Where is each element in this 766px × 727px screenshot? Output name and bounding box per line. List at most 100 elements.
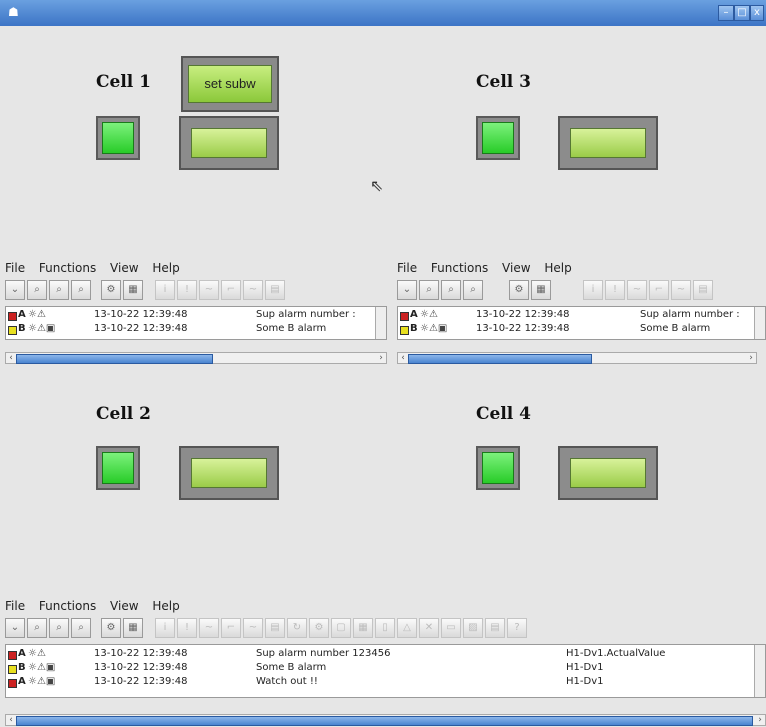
info-icon[interactable]: i	[155, 618, 175, 638]
scroll-right-icon[interactable]: ›	[746, 353, 756, 363]
priority-indicator	[8, 312, 17, 321]
alarm-time: 13-10-22 12:39:48	[94, 323, 188, 334]
chevron-down-icon[interactable]: ⌄	[5, 280, 25, 300]
navigator-icon[interactable]: ▦	[123, 280, 143, 300]
cell-1-bar[interactable]	[179, 116, 279, 170]
plot-icon[interactable]: ~	[671, 280, 691, 300]
gear-icon[interactable]: ⚙	[101, 618, 121, 638]
list-icon[interactable]: ▤	[693, 280, 713, 300]
scroll-left-icon[interactable]: ‹	[6, 715, 16, 725]
alarm-time: 13-10-22 12:39:48	[476, 323, 570, 334]
gear-icon[interactable]: ⚙	[101, 280, 121, 300]
zoom-icon[interactable]: ⌕	[27, 618, 47, 638]
priority-indicator	[8, 665, 17, 674]
cell-2-caption: Cell 2	[96, 404, 152, 424]
photo-icon[interactable]: ▨	[463, 618, 483, 638]
horizontal-scrollbar[interactable]: ‹ ›	[5, 714, 766, 726]
list-item[interactable]: A ☼⚠ 13-10-22 12:39:48 Sup alarm number …	[6, 647, 757, 661]
list-item[interactable]: A ☼⚠▣ 13-10-22 12:39:48 Watch out !! H1-…	[6, 675, 757, 689]
scroll-left-icon[interactable]: ‹	[6, 353, 16, 363]
zoom-reset-icon[interactable]: ⌕	[71, 618, 91, 638]
scroll-left-icon[interactable]: ‹	[398, 353, 408, 363]
list-item[interactable]: A ☼⚠ 13-10-22 12:39:48 Sup alarm number …	[6, 308, 378, 322]
cell-2-bar[interactable]	[179, 446, 279, 500]
list-item[interactable]: B ☼⚠▣ 13-10-22 12:39:48 Some B alarm	[6, 322, 378, 336]
ack-icon[interactable]: !	[605, 280, 625, 300]
ack-icon[interactable]: !	[177, 618, 197, 638]
info-icon[interactable]: i	[155, 280, 175, 300]
horizontal-scrollbar[interactable]: ‹ ›	[397, 352, 757, 364]
cell-1-indicator[interactable]	[96, 116, 140, 160]
alarm-pane-1: File Functions View Help ⌄ ⌕ ⌕ ⌕ ⚙ ▦ i !…	[5, 258, 387, 370]
vertical-scrollbar[interactable]	[754, 645, 765, 697]
menu-file[interactable]: File	[5, 261, 25, 275]
cell-4-bar[interactable]	[558, 446, 658, 500]
priority-label: B	[18, 323, 26, 334]
menu-view[interactable]: View	[110, 261, 138, 275]
info-icon[interactable]: i	[583, 280, 603, 300]
menu-file[interactable]: File	[5, 599, 25, 613]
menu-help[interactable]: Help	[544, 261, 571, 275]
zoom-reset-icon[interactable]: ⌕	[463, 280, 483, 300]
set-subw-button[interactable]: set subw	[181, 56, 279, 112]
minimize-button[interactable]: –	[718, 5, 734, 21]
vertical-scrollbar[interactable]	[375, 307, 386, 339]
zoom-reset-icon[interactable]: ⌕	[71, 280, 91, 300]
menu-functions[interactable]: Functions	[431, 261, 488, 275]
navigator-icon[interactable]: ▦	[353, 618, 373, 638]
chevron-down-icon[interactable]: ⌄	[397, 280, 417, 300]
trend-icon[interactable]: ~	[199, 280, 219, 300]
list-icon[interactable]: ▤	[265, 280, 285, 300]
block-icon[interactable]: ✕	[419, 618, 439, 638]
menu-functions[interactable]: Functions	[39, 261, 96, 275]
trend-icon[interactable]: ~	[199, 618, 219, 638]
list-item[interactable]: B ☼⚠▣ 13-10-22 12:39:48 Some B alarm	[398, 322, 757, 336]
maximize-button[interactable]: □	[734, 5, 750, 21]
zoom-icon[interactable]: ⌕	[419, 280, 439, 300]
zoom-icon[interactable]: ⌕	[27, 280, 47, 300]
cell-3-bar[interactable]	[558, 116, 658, 170]
menu-view[interactable]: View	[110, 599, 138, 613]
horizontal-scrollbar[interactable]: ‹ ›	[5, 352, 387, 364]
list-item[interactable]: B ☼⚠▣ 13-10-22 12:39:48 Some B alarm H1-…	[6, 661, 757, 675]
navigator-icon[interactable]: ▦	[531, 280, 551, 300]
menu-view[interactable]: View	[502, 261, 530, 275]
cell-4-indicator[interactable]	[476, 446, 520, 490]
table-icon[interactable]: ▤	[485, 618, 505, 638]
alarm-time: 13-10-22 12:39:48	[94, 662, 188, 673]
list-item[interactable]: A ☼⚠ 13-10-22 12:39:48 Sup alarm number …	[398, 308, 757, 322]
plot-icon[interactable]: ~	[243, 618, 263, 638]
cell-3-indicator[interactable]	[476, 116, 520, 160]
zoom-icon[interactable]: ⌕	[441, 280, 461, 300]
chevron-down-icon[interactable]: ⌄	[5, 618, 25, 638]
list-icon[interactable]: ▤	[265, 618, 285, 638]
alarm-time: 13-10-22 12:39:48	[476, 309, 570, 320]
scroll-right-icon[interactable]: ›	[755, 715, 765, 725]
warning-icon[interactable]: △	[397, 618, 417, 638]
menu-functions[interactable]: Functions	[39, 599, 96, 613]
graph-icon[interactable]: ⌐	[221, 618, 241, 638]
navigator-icon[interactable]: ▦	[123, 618, 143, 638]
menu-help[interactable]: Help	[152, 261, 179, 275]
document-icon[interactable]: ▯	[375, 618, 395, 638]
close-button[interactable]: x	[750, 5, 764, 21]
zoom-icon[interactable]: ⌕	[49, 280, 69, 300]
ack-icon[interactable]: !	[177, 280, 197, 300]
plot-icon[interactable]: ~	[243, 280, 263, 300]
gear-icon[interactable]: ⚙	[509, 280, 529, 300]
gear-icon[interactable]: ⚙	[309, 618, 329, 638]
vertical-scrollbar[interactable]	[754, 307, 765, 339]
help-icon[interactable]: ?	[507, 618, 527, 638]
graph-icon[interactable]: ⌐	[221, 280, 241, 300]
object-icon[interactable]: ↻	[287, 618, 307, 638]
alarm-time: 13-10-22 12:39:48	[94, 676, 188, 687]
graph-icon[interactable]: ⌐	[649, 280, 669, 300]
scroll-right-icon[interactable]: ›	[376, 353, 386, 363]
menu-file[interactable]: File	[397, 261, 417, 275]
trend-icon[interactable]: ~	[627, 280, 647, 300]
menu-help[interactable]: Help	[152, 599, 179, 613]
cell-2-indicator[interactable]	[96, 446, 140, 490]
zoom-icon[interactable]: ⌕	[49, 618, 69, 638]
window-icon[interactable]: ▢	[331, 618, 351, 638]
note-icon[interactable]: ▭	[441, 618, 461, 638]
